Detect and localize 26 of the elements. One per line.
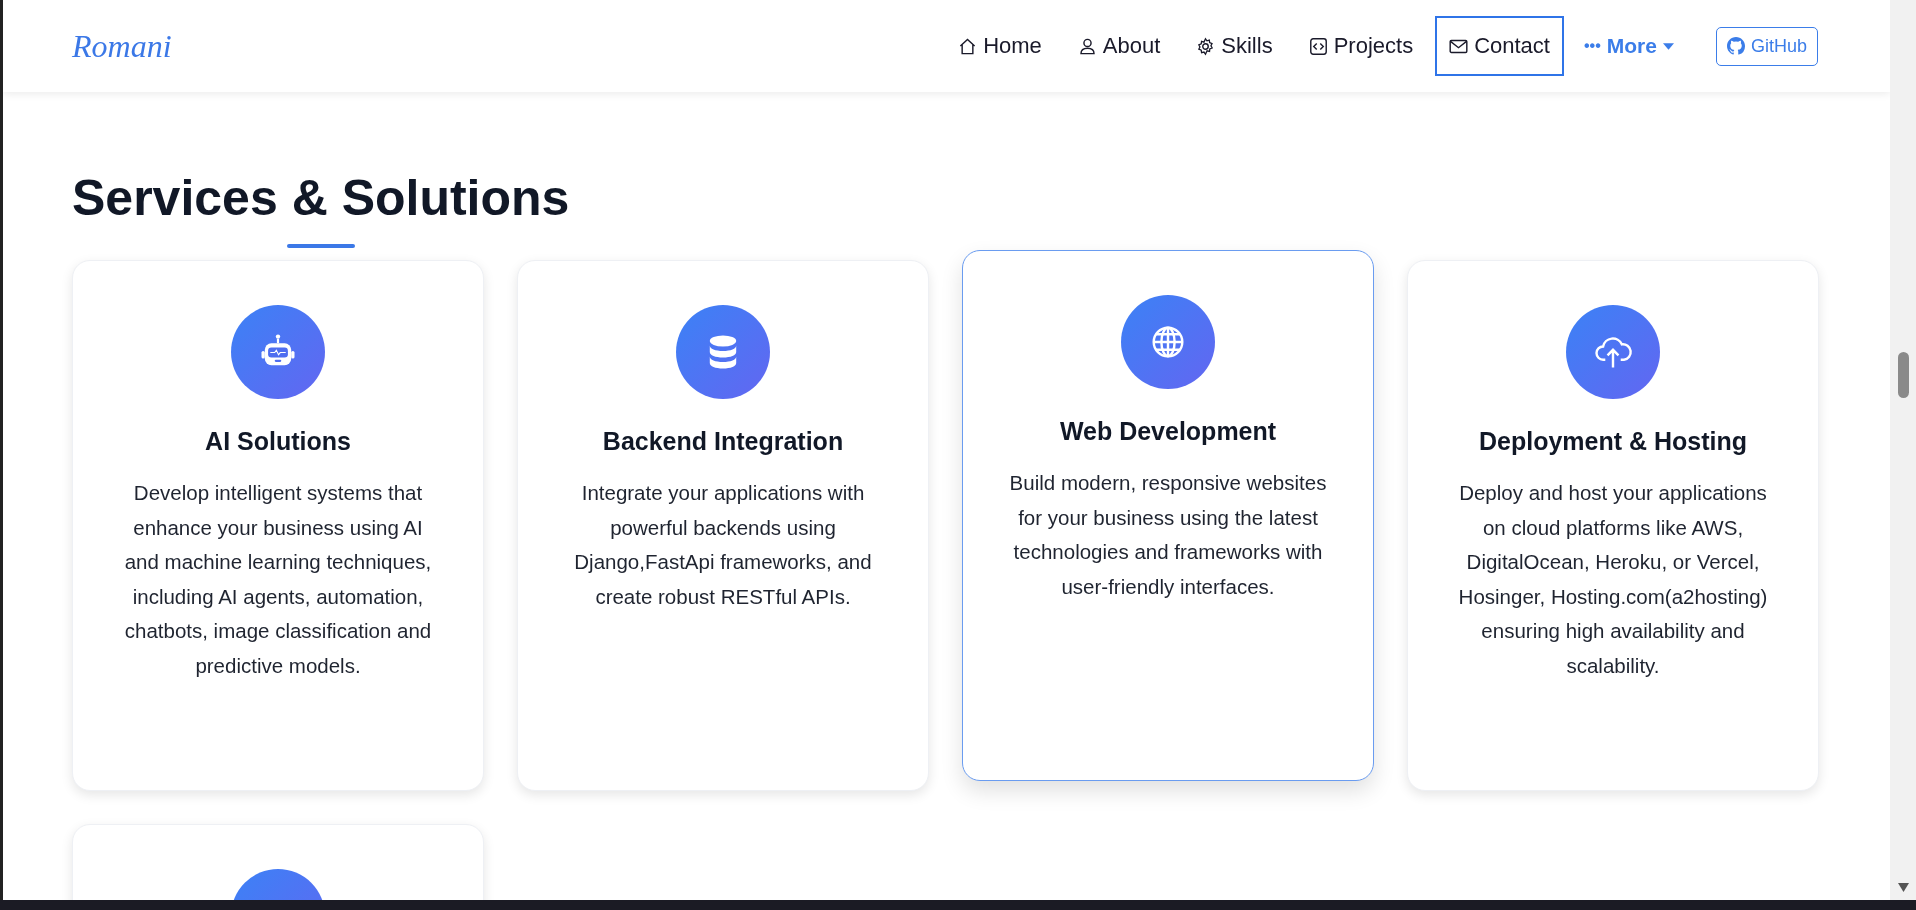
nav-link[interactable]: Skills (1182, 16, 1287, 76)
card-description: Deploy and host your applications on cloud platforms like AWS, DigitalOcean, Heroku, or Vercel, Hosinger, Hosting.com(a2hosting) ensuring high availability and scalability. (1457, 480, 1769, 679)
card-description: Integrate your applications with powerful backends using Django,FastApi frameworks, and create robust RESTful APIs. (573, 480, 873, 610)
more-dropdown[interactable]: ••• More (1583, 34, 1674, 58)
scroll-down-icon[interactable] (1898, 883, 1909, 892)
card-title: AI Solutions (205, 427, 351, 456)
card-title: Deployment & Hosting (1478, 427, 1748, 456)
github-button[interactable]: GitHub (1715, 26, 1818, 66)
card-title: Backend Integration (602, 427, 844, 456)
nav-link[interactable]: Projects (1294, 16, 1428, 76)
title-underline (287, 244, 355, 248)
logo[interactable]: Romani (72, 27, 172, 65)
scrollbar-thumb[interactable] (1898, 352, 1909, 398)
nav-link[interactable]: Home (944, 16, 1056, 76)
settings-icon (1196, 36, 1216, 56)
card-description: Build modern, responsive websites for your business using the latest technologies and frameworks with user-friendly interfaces. (1008, 470, 1328, 600)
nav-link[interactable]: About (1063, 16, 1175, 76)
code-icon (1308, 36, 1328, 56)
section-title: Services & Solutions (72, 169, 571, 228)
card-title: Web Development (1059, 417, 1277, 446)
github-icon (1726, 37, 1745, 55)
caret-icon (1662, 42, 1674, 50)
home-icon (958, 36, 978, 56)
person-icon (1077, 36, 1097, 56)
nav-link[interactable]: Contact (1435, 16, 1564, 76)
card-description: Develop intelligent systems that enhance your business using AI and machine learning techniques, including AI agents, automation, chatbots, image classification and predictive models. (123, 480, 433, 679)
